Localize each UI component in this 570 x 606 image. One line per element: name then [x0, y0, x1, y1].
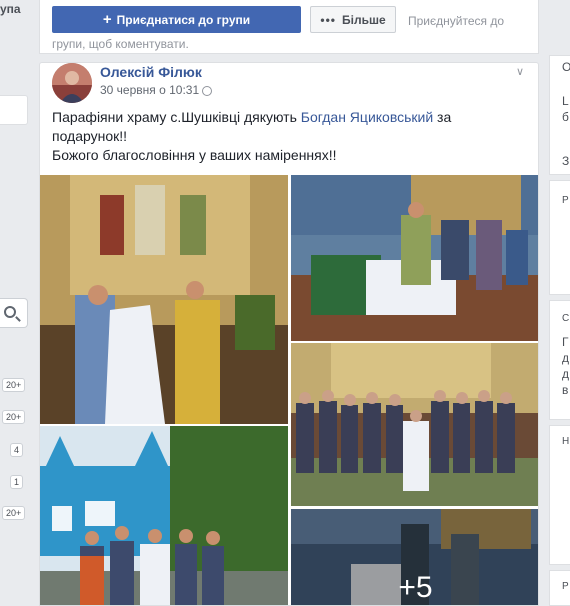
right-column: О L б З Р С Г д д в Н Р [549, 0, 570, 606]
right-card-fragment: L [562, 94, 569, 108]
right-card-fragment: Н [562, 436, 570, 447]
photo-thumbnail[interactable] [291, 175, 538, 341]
post-text-start: Парафіяни храму с.Шушківці дякують [52, 109, 301, 125]
right-card-fragment: Р [562, 581, 569, 592]
count-badge: 1 [10, 475, 24, 489]
sidebar-search-button[interactable] [0, 298, 28, 328]
sidebar-group-title[interactable]: упа [0, 2, 21, 16]
more-button[interactable]: ••• Більше [310, 6, 396, 33]
post-text-line2: Божого благословіння у ваших наміреннях!… [52, 147, 337, 163]
post-date[interactable]: 30 червня о 10:31 [100, 83, 199, 97]
more-photos-count: +5 [291, 509, 538, 605]
post-text: Парафіяни храму с.Шушківці дякують Богда… [52, 108, 522, 165]
right-card: Р [549, 180, 570, 295]
right-card: С Г д д в [549, 300, 570, 420]
join-group-label: Приєднатися до групи [116, 12, 251, 27]
more-dots-icon: ••• [320, 12, 336, 27]
sidebar-input-field[interactable] [0, 95, 28, 125]
count-badge: 20+ [2, 410, 26, 424]
photo-thumbnail[interactable] [40, 175, 288, 424]
plus-icon: + [102, 10, 112, 28]
count-badge: 20+ [2, 506, 26, 520]
right-card-fragment: д [562, 367, 570, 381]
right-card-fragment: д [562, 351, 570, 365]
photo-thumbnail[interactable] [291, 343, 538, 506]
photo-thumbnail[interactable] [40, 426, 288, 605]
avatar[interactable] [52, 63, 92, 103]
more-label: Більше [341, 12, 386, 27]
right-card: О L б З [549, 55, 570, 175]
join-group-button[interactable]: + Приєднатися до групи [52, 6, 301, 33]
count-badge: 4 [10, 443, 24, 457]
group-post: Олексій Філюк 30 червня о 10:31 ∨ Парафі… [39, 62, 539, 606]
right-card: Н [549, 425, 570, 565]
chevron-down-icon[interactable]: ∨ [516, 65, 524, 78]
search-icon [4, 306, 16, 318]
left-sidebar: упа 20+ 20+ 4 1 20+ [0, 0, 30, 606]
right-card-fragment: С [562, 313, 570, 324]
right-card-fragment: З [562, 154, 570, 168]
right-card: Р [549, 570, 570, 606]
tagged-user-link[interactable]: Богдан Яциковський [301, 109, 433, 125]
right-card-fragment: б [562, 110, 569, 124]
join-group-bar: Приєднуйтеся до групи, щоб коментувати. … [39, 0, 539, 54]
right-card-fragment: Р [562, 195, 569, 206]
count-badge: 20+ [2, 378, 26, 392]
photo-thumbnail-more[interactable]: +5 [291, 509, 538, 605]
right-card-fragment: в [562, 383, 569, 397]
right-card-fragment: Г [562, 335, 569, 349]
post-author[interactable]: Олексій Філюк [100, 64, 202, 80]
globe-icon [202, 86, 212, 96]
right-card-fragment: О [562, 60, 570, 74]
